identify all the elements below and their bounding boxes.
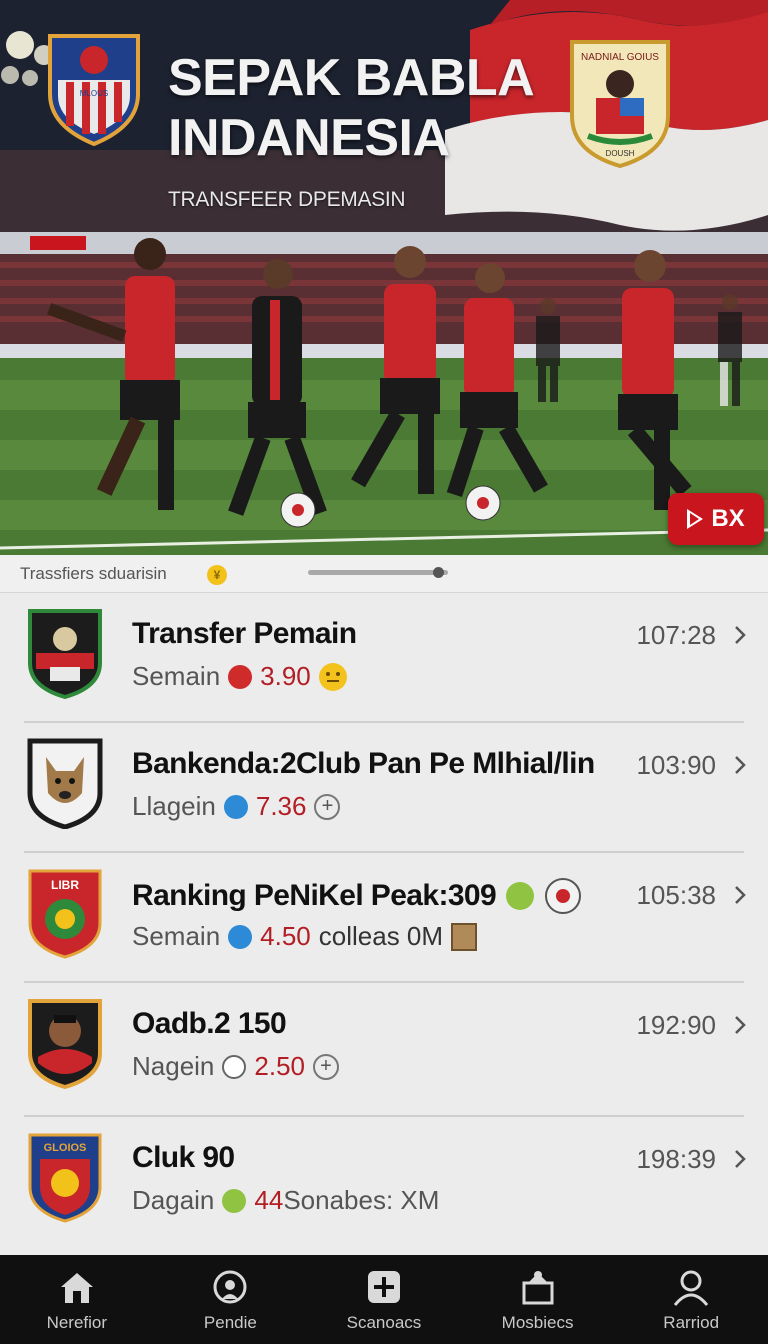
status-label: Trassfiers sduarisin (20, 564, 167, 583)
item-value: 44 (254, 1185, 284, 1215)
item-time: 105:38 (636, 880, 716, 910)
item-title: Bankenda:2Club Pan Pe Mlhial/lin (132, 747, 595, 780)
club-crest-icon (28, 609, 102, 699)
item-title-text: Ranking PeNiKel Peak:309 (132, 879, 497, 912)
item-title: Ranking PeNiKel Peak:309 (132, 877, 582, 915)
club-crest-right: NADNIAL GOIUS DOUSH (570, 40, 670, 169)
no-icon (222, 1054, 247, 1079)
bag-icon (522, 1271, 554, 1305)
play-icon (687, 509, 704, 529)
nav-label: Pendie (203, 1313, 257, 1332)
coin-icon: ¥ (207, 565, 227, 585)
list-item[interactable]: LIBR Ranking PeNiKel Peak:309 Semain 4.5… (0, 853, 768, 983)
chevron-right-icon[interactable] (732, 753, 748, 777)
item-title: Transfer Pemain (132, 617, 357, 650)
item-extra: Sonabes: XM (283, 1185, 440, 1215)
hero-banner: MLOUS NADNIAL GOIUS DOUSH SEPAK BABLA IN… (0, 0, 768, 555)
right-crest-text: NADNIAL GOIUS (581, 52, 659, 63)
medal-icon (506, 882, 535, 910)
item-subtitle: Semain 3.90 (132, 661, 347, 692)
chevron-right-icon[interactable] (732, 623, 748, 647)
smile-icon (318, 662, 347, 691)
item-time: 103:90 (636, 750, 716, 780)
video-button-label: BX (711, 505, 745, 532)
hero-title: SEPAK BABLA INDANESIA (168, 48, 535, 168)
item-extra: colleas 0M (318, 921, 444, 951)
list-item[interactable]: Oadb.2 150 Nagein 2.50 + 192:90 (0, 983, 768, 1117)
item-value: 4.50 (260, 921, 311, 951)
club-crest-icon: LIBR (28, 869, 102, 959)
club-crest-icon (27, 738, 103, 829)
nav-scanoacs[interactable]: Scanoacs (307, 1255, 461, 1344)
crest-label: GLOIOS (44, 1142, 87, 1154)
item-sub-label: Llagein (132, 791, 216, 821)
home-icon (60, 1273, 93, 1303)
right-crest-bottom: DOUSH (606, 149, 635, 158)
list-item[interactable]: GLOIOS Cluk 90 Dagain 44 Sonabes: XM 198… (0, 1117, 768, 1255)
transfer-list: Transfer Pemain Semain 3.90 107:28 Banke… (0, 593, 768, 1255)
progress-knob[interactable] (433, 567, 444, 578)
item-sub-label: Semain (132, 661, 221, 691)
nav-label: Mosbiecs (501, 1313, 574, 1332)
list-item[interactable]: Transfer Pemain Semain 3.90 107:28 (0, 593, 768, 723)
nav-mosbiecs[interactable]: Mosbiecs (461, 1255, 615, 1344)
item-subtitle: Dagain 44 Sonabes: XM (132, 1185, 439, 1216)
item-time: 192:90 (636, 1010, 716, 1040)
nav-pendie[interactable]: Pendie (154, 1255, 308, 1344)
item-value: 7.36 (255, 791, 307, 821)
item-time: 107:28 (636, 620, 716, 650)
nav-label: Scanoacs (346, 1313, 422, 1332)
currency-icon (228, 664, 253, 689)
add-icon[interactable]: + (314, 793, 341, 820)
progress-slider[interactable] (308, 567, 448, 578)
hero-title-line2: INDANESIA (168, 109, 450, 167)
chevron-right-icon[interactable] (732, 1013, 748, 1037)
ball-icon (545, 878, 582, 914)
club-crest-icon: GLOIOS (28, 1133, 102, 1223)
item-title: Cluk 90 (132, 1141, 235, 1174)
item-value: 3.90 (260, 661, 311, 691)
bottom-navigation: Nerefior Pendie Scanoacs Mosbiecs Rarrio… (0, 1255, 768, 1344)
item-value: 2.50 (254, 1051, 306, 1081)
currency-icon (223, 794, 248, 819)
chevron-right-icon[interactable] (732, 883, 748, 907)
video-play-button[interactable]: BX (668, 493, 764, 545)
nav-rarriod[interactable]: Rarriod (614, 1255, 768, 1344)
hero-subtitle: TRANSFEER DPEMASIN (168, 188, 406, 211)
club-crest-icon (28, 999, 102, 1089)
item-subtitle: Semain 4.50 colleas 0M (132, 921, 478, 952)
left-crest-text: MLOUS (80, 89, 108, 98)
add-icon[interactable]: + (313, 1053, 340, 1080)
item-time: 198:39 (636, 1144, 716, 1174)
item-subtitle: Llagein 7.36 + (132, 791, 341, 822)
nav-home[interactable]: Nerefior (0, 1255, 154, 1344)
ball-icon (213, 1270, 247, 1304)
item-subtitle: Nagein 2.50 + (132, 1051, 340, 1082)
user-icon (674, 1270, 709, 1306)
club-crest-left: MLOUS (48, 34, 140, 147)
nav-label: Nerefior (46, 1313, 108, 1332)
nav-label: Rarriod (663, 1313, 720, 1332)
item-sub-label: Semain (132, 921, 221, 951)
box-icon (451, 922, 478, 951)
chevron-right-icon[interactable] (732, 1147, 748, 1171)
currency-icon (222, 1188, 247, 1213)
list-item[interactable]: Bankenda:2Club Pan Pe Mlhial/lin Llagein… (0, 723, 768, 853)
item-title: Oadb.2 150 (132, 1007, 287, 1040)
plus-square-icon (367, 1271, 400, 1303)
hero-title-line1: SEPAK BABLA (168, 49, 535, 107)
crest-label: LIBR (51, 878, 79, 892)
item-sub-label: Dagain (132, 1185, 215, 1215)
currency-icon (228, 924, 253, 949)
item-sub-label: Nagein (132, 1051, 215, 1081)
